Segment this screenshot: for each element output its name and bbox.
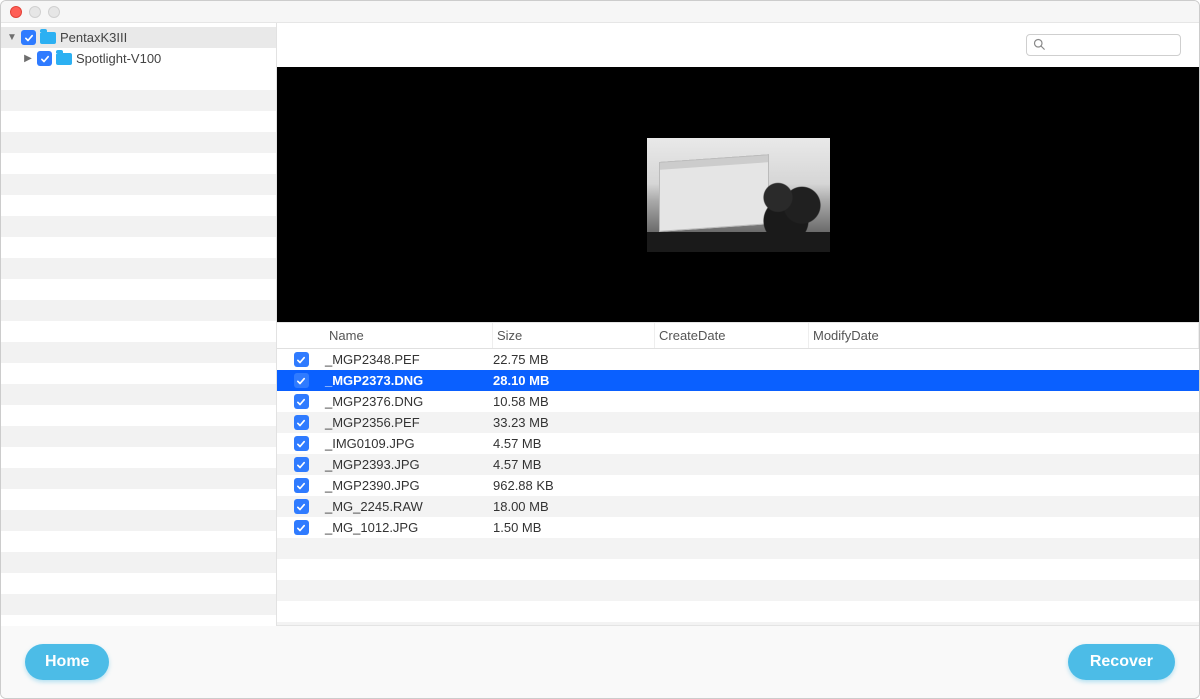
search-field[interactable] — [1026, 34, 1181, 56]
folder-icon — [56, 53, 72, 65]
sidebar-item[interactable]: ▶ Spotlight-V100 — [1, 48, 276, 69]
preview-area — [277, 67, 1199, 322]
traffic-lights — [10, 6, 60, 18]
zoom-icon[interactable] — [48, 6, 60, 18]
cell-name: _MGP2348.PEF — [325, 352, 493, 367]
cell-name: _MG_1012.JPG — [325, 520, 493, 535]
cell-name: _MGP2356.PEF — [325, 415, 493, 430]
row-checkbox[interactable] — [294, 478, 309, 493]
header-checkbox-col — [277, 323, 325, 348]
app-window: ▼ PentaxK3III ▶ Spotlight-V100 — [0, 0, 1200, 699]
folder-icon — [40, 32, 56, 44]
cell-name: _MGP2390.JPG — [325, 478, 493, 493]
cell-name: _MG_2245.RAW — [325, 499, 493, 514]
table-header: Name Size CreateDate ModifyDate — [277, 323, 1199, 349]
header-modifydate[interactable]: ModifyDate — [809, 323, 1199, 348]
table-row[interactable]: _MGP2373.DNG28.10 MB — [277, 370, 1199, 391]
table-row[interactable]: _MGP2348.PEF22.75 MB — [277, 349, 1199, 370]
row-checkbox[interactable] — [294, 415, 309, 430]
search-icon — [1033, 38, 1045, 53]
close-icon[interactable] — [10, 6, 22, 18]
table-row[interactable]: _MGP2390.JPG962.88 KB — [277, 475, 1199, 496]
table-row[interactable]: _MGP2376.DNG10.58 MB — [277, 391, 1199, 412]
sidebar: ▼ PentaxK3III ▶ Spotlight-V100 — [1, 23, 277, 626]
header-name[interactable]: Name — [325, 323, 493, 348]
main-panel: Name Size CreateDate ModifyDate _MGP2348… — [277, 23, 1199, 626]
recover-button[interactable]: Recover — [1068, 644, 1175, 680]
table-row[interactable]: _MGP2356.PEF33.23 MB — [277, 412, 1199, 433]
cell-name: _MGP2393.JPG — [325, 457, 493, 472]
row-checkbox[interactable] — [294, 394, 309, 409]
sidebar-item[interactable]: ▼ PentaxK3III — [1, 27, 276, 48]
sidebar-empty-area — [1, 69, 276, 626]
chevron-right-icon[interactable]: ▶ — [23, 54, 33, 64]
table-row[interactable]: _MGP2393.JPG4.57 MB — [277, 454, 1199, 475]
header-size[interactable]: Size — [493, 323, 655, 348]
table-body: _MGP2348.PEF22.75 MB_MGP2373.DNG28.10 MB… — [277, 349, 1199, 626]
row-checkbox[interactable] — [294, 436, 309, 451]
home-button[interactable]: Home — [25, 644, 109, 680]
header-createdate[interactable]: CreateDate — [655, 323, 809, 348]
table-row[interactable]: _MG_2245.RAW18.00 MB — [277, 496, 1199, 517]
cell-size: 10.58 MB — [493, 394, 655, 409]
cell-name: _MGP2373.DNG — [325, 373, 493, 388]
toolbar — [277, 23, 1199, 67]
search-input[interactable] — [1049, 38, 1174, 52]
cell-size: 4.57 MB — [493, 457, 655, 472]
folder-label: PentaxK3III — [60, 30, 127, 45]
minimize-icon[interactable] — [29, 6, 41, 18]
table-row[interactable]: _IMG0109.JPG4.57 MB — [277, 433, 1199, 454]
cell-size: 18.00 MB — [493, 499, 655, 514]
footer: Home Recover — [1, 626, 1199, 698]
row-checkbox[interactable] — [294, 499, 309, 514]
row-checkbox[interactable] — [294, 520, 309, 535]
cell-size: 1.50 MB — [493, 520, 655, 535]
folder-label: Spotlight-V100 — [76, 51, 161, 66]
cell-size: 33.23 MB — [493, 415, 655, 430]
body: ▼ PentaxK3III ▶ Spotlight-V100 — [1, 23, 1199, 626]
cell-size: 962.88 KB — [493, 478, 655, 493]
cell-name: _MGP2376.DNG — [325, 394, 493, 409]
cell-name: _IMG0109.JPG — [325, 436, 493, 451]
checkbox[interactable] — [37, 51, 52, 66]
chevron-down-icon[interactable]: ▼ — [7, 33, 17, 43]
folder-tree: ▼ PentaxK3III ▶ Spotlight-V100 — [1, 23, 276, 69]
table-row[interactable]: _MG_1012.JPG1.50 MB — [277, 517, 1199, 538]
row-checkbox[interactable] — [294, 352, 309, 367]
image-thumbnail — [647, 138, 830, 252]
cell-size: 22.75 MB — [493, 352, 655, 367]
titlebar — [1, 1, 1199, 23]
cell-size: 4.57 MB — [493, 436, 655, 451]
row-checkbox[interactable] — [294, 373, 309, 388]
cell-size: 28.10 MB — [493, 373, 655, 388]
checkbox[interactable] — [21, 30, 36, 45]
row-checkbox[interactable] — [294, 457, 309, 472]
file-table: Name Size CreateDate ModifyDate _MGP2348… — [277, 322, 1199, 626]
